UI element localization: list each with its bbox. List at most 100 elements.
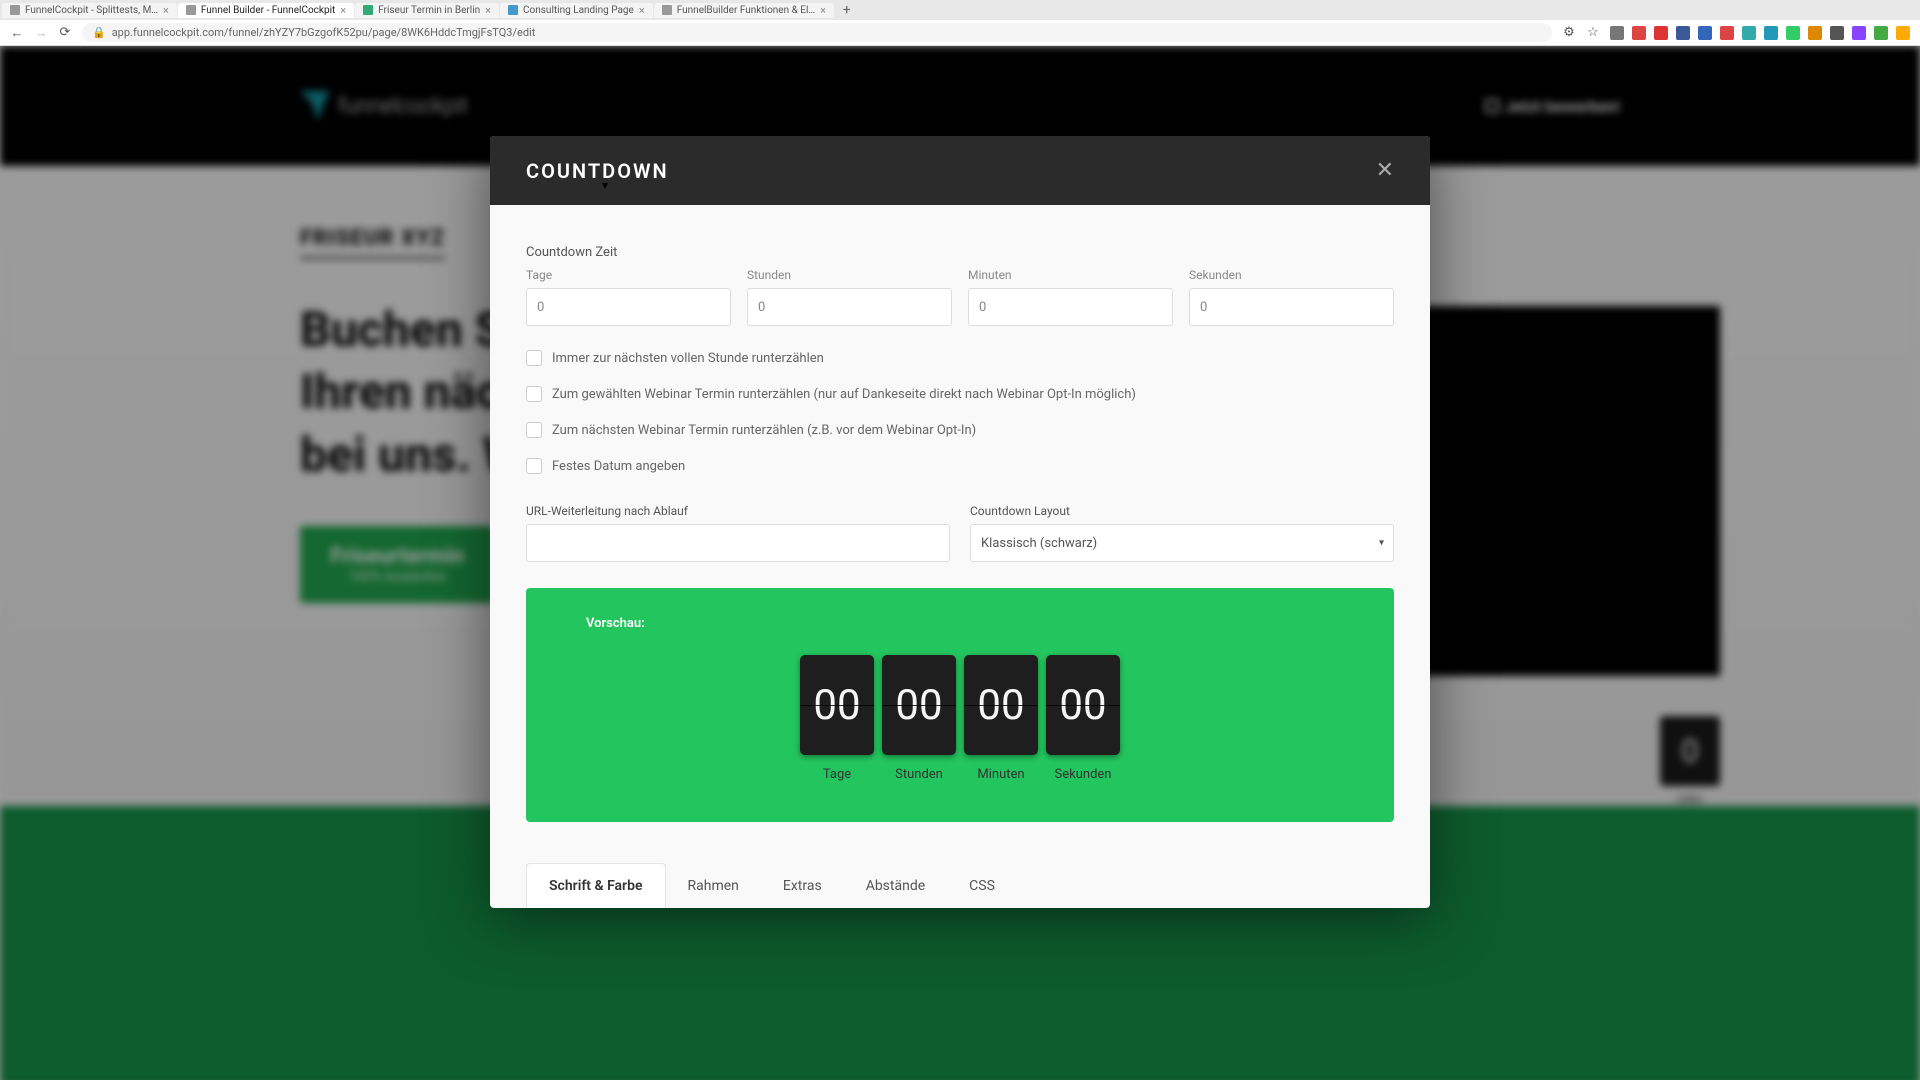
modal-body: ▾ Countdown Zeit Tage Stunden Minuten Se… [490,205,1430,908]
countdown-box: 00 [964,655,1038,755]
close-icon[interactable]: × [820,5,826,16]
tab-title: Funnel Builder - FunnelCockpit [201,5,335,16]
checkbox-label: Immer zur nächsten vollen Stunde runterz… [552,351,824,366]
checkbox-label: Zum nächsten Webinar Termin runterzählen… [552,423,976,438]
style-tab[interactable]: Schrift & Farbe [526,863,666,908]
hours-input[interactable] [747,288,952,326]
countdown-value: 00 [813,681,860,730]
extension-icon[interactable] [1698,26,1712,40]
style-tab[interactable]: Extras [761,863,844,908]
close-icon[interactable]: × [485,5,491,16]
browser-tab[interactable]: Consulting Landing Page × [500,3,653,18]
countdown-value: 00 [1059,681,1106,730]
url-text: app.funnelcockpit.com/funnel/zhYZY7bGzgo… [112,26,536,39]
extension-icon[interactable] [1852,26,1866,40]
two-col: URL-Weiterleitung nach Ablauf Countdown … [526,504,1394,562]
url-redirect-label: URL-Weiterleitung nach Ablauf [526,504,950,518]
preview-label: Vorschau: [586,616,1334,631]
browser-tab[interactable]: FunnelCockpit - Splittests, M… × [2,3,177,18]
countdown-item: 00 Minuten [964,655,1038,782]
extension-icon[interactable] [1808,26,1822,40]
address-bar[interactable]: 🔒 app.funnelcockpit.com/funnel/zhYZY7bGz… [82,23,1552,42]
new-tab-button[interactable]: + [835,2,859,18]
countdown-label: Stunden [882,767,956,782]
style-tab[interactable]: Abstände [844,863,947,908]
favicon-icon [186,5,196,15]
close-icon[interactable]: × [163,5,169,16]
countdown-item: 00 Stunden [882,655,956,782]
days-input[interactable] [526,288,731,326]
browser-chrome: FunnelCockpit - Splittests, M… × Funnel B… [0,0,1920,46]
preview-panel: Vorschau: 00 Tage 00 Stunden 00 Minuten 00 Seku… [526,588,1394,822]
forward-button[interactable]: → [34,26,48,40]
star-icon[interactable]: ☆ [1586,26,1600,40]
favicon-icon [662,5,672,15]
favicon-icon [363,5,373,15]
checkbox-row[interactable]: Festes Datum angeben [526,458,1394,474]
countdown-value: 00 [977,681,1024,730]
layout-label: Countdown Layout [970,504,1394,518]
checkbox-row[interactable]: Zum nächsten Webinar Termin runterzählen… [526,422,1394,438]
browser-tab[interactable]: FunnelBuilder Funktionen & El… × [654,3,834,18]
seconds-input[interactable] [1189,288,1394,326]
tab-strip: FunnelCockpit - Splittests, M… × Funnel B… [0,0,1920,20]
layout-select[interactable]: Klassisch (schwarz) ▾ [970,524,1394,562]
countdown-value: 00 [895,681,942,730]
chevron-down-icon: ▾ [1379,538,1384,549]
checkbox[interactable] [526,350,542,366]
favicon-icon [10,5,20,15]
time-grid: Tage Stunden Minuten Sekunden [526,268,1394,326]
url-redirect-input[interactable] [526,524,950,562]
extension-icon[interactable] [1896,26,1910,40]
page-wrapper: funnelcockpit Jetzt bewerben! FRISEUR XY… [0,46,1920,1080]
tab-title: FunnelCockpit - Splittests, M… [25,5,158,16]
extension-icon[interactable] [1654,26,1668,40]
favicon-icon [508,5,518,15]
browser-tab[interactable]: Funnel Builder - FunnelCockpit × [178,3,354,18]
cursor-icon: ▾ [602,178,608,192]
style-tabs: Schrift & FarbeRahmenExtrasAbständeCSS [526,862,1394,908]
hours-label: Stunden [747,268,952,282]
countdown-label: Sekunden [1046,767,1120,782]
extension-icon[interactable] [1720,26,1734,40]
extension-icon[interactable] [1676,26,1690,40]
modal-header: COUNTDOWN ✕ [490,136,1430,205]
browser-tab[interactable]: Friseur Termin in Berlin × [355,3,499,18]
checkbox-label: Festes Datum angeben [552,459,685,474]
extension-icon[interactable] [1786,26,1800,40]
extension-icon[interactable] [1874,26,1888,40]
tab-title: Friseur Termin in Berlin [378,5,480,16]
extension-icon[interactable] [1764,26,1778,40]
checkbox[interactable] [526,458,542,474]
countdown-label: Tage [800,767,874,782]
tab-title: Consulting Landing Page [523,5,634,16]
countdown-modal: COUNTDOWN ✕ ▾ Countdown Zeit Tage Stunde… [490,136,1430,908]
checkbox-row[interactable]: Zum gewählten Webinar Termin runterzähle… [526,386,1394,402]
extension-icon[interactable] [1742,26,1756,40]
countdown-box: 00 [1046,655,1120,755]
close-icon[interactable]: × [639,5,645,16]
extension-icon[interactable] [1830,26,1844,40]
tab-title: FunnelBuilder Funktionen & El… [677,5,815,16]
settings-icon[interactable]: ⚙ [1562,26,1576,40]
style-tab[interactable]: CSS [947,863,1017,908]
close-icon[interactable]: × [340,5,346,16]
lock-icon: 🔒 [92,26,106,39]
checkbox[interactable] [526,422,542,438]
reload-button[interactable]: ⟳ [58,26,72,40]
countdown-row: 00 Tage 00 Stunden 00 Minuten 00 Sekunden [586,655,1334,782]
countdown-label: Minuten [964,767,1038,782]
minutes-input[interactable] [968,288,1173,326]
countdown-box: 00 [800,655,874,755]
checkbox-label: Zum gewählten Webinar Termin runterzähle… [552,387,1136,402]
extension-icon[interactable] [1632,26,1646,40]
back-button[interactable]: ← [10,26,24,40]
checkbox-row[interactable]: Immer zur nächsten vollen Stunde runterz… [526,350,1394,366]
section-label: Countdown Zeit [526,245,1394,260]
style-tab[interactable]: Rahmen [666,863,761,908]
close-button[interactable]: ✕ [1376,158,1394,183]
checkbox[interactable] [526,386,542,402]
extension-icon[interactable] [1610,26,1624,40]
address-row: ← → ⟳ 🔒 app.funnelcockpit.com/funnel/zhY… [0,20,1920,46]
extensions-row [1610,26,1910,40]
